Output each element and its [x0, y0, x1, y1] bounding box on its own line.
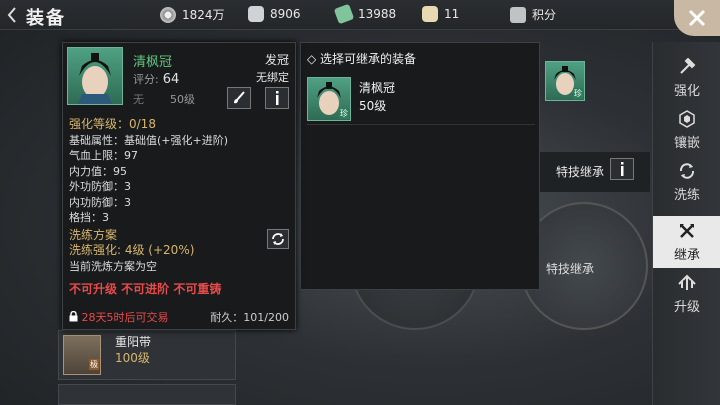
attr-hp: 气血上限：97 — [69, 149, 138, 162]
resource-value: 1824万 — [182, 8, 225, 22]
equipment-portrait — [67, 47, 123, 105]
inherit-select-panel: ◇ 选择可继承的装备 珍 清枫冠 50级 — [300, 42, 540, 290]
status-none: 无 — [133, 93, 144, 106]
resource-film: 1824万 — [160, 6, 225, 23]
panel-header: ◇ 选择可继承的装备 — [307, 52, 417, 66]
nav-label: 镶嵌 — [673, 135, 700, 151]
helmet-portrait-icon — [78, 53, 112, 104]
score: 评分: 64 — [133, 71, 179, 87]
refine-current: 当前洗炼方案为空 — [69, 259, 157, 273]
gem-icon — [679, 109, 695, 128]
skill-inherit-label: 特技继承 — [556, 165, 605, 179]
close-button[interactable] — [674, 0, 720, 36]
equipment-slot: 发冠 — [264, 53, 289, 67]
skill-inherit-circle-label: 特技继承 — [546, 262, 595, 276]
silver-ingot-icon — [248, 6, 264, 22]
nav-inlay[interactable]: 镶嵌 — [653, 104, 720, 156]
nav-upgrade[interactable]: 升级 — [653, 268, 720, 320]
hammer-icon — [680, 57, 696, 74]
select-equipment-item[interactable]: 珍 清枫冠 50级 — [307, 73, 535, 125]
nav-refine[interactable]: 洗练 — [653, 156, 720, 208]
side-nav: 强化 镶嵌 洗练 继承 升级 — [652, 42, 720, 405]
panel-header-text: 选择可继承的装备 — [320, 52, 417, 66]
brush-button[interactable] — [227, 87, 251, 109]
nav-label: 升级 — [673, 299, 700, 315]
close-icon — [688, 9, 706, 27]
nav-label: 强化 — [673, 83, 700, 99]
top-bar: 装备 1824万 8906 13988 11 积分 — [0, 0, 720, 30]
list-item-level: 100级 — [115, 351, 150, 365]
list-item[interactable]: 极 重阳带 100级 — [58, 330, 236, 380]
equipment-level: 50级 — [170, 93, 195, 106]
nav-label: 继承 — [673, 247, 700, 263]
rarity-tag: 珍 — [573, 88, 583, 99]
inherit-icon — [680, 223, 694, 238]
info-button[interactable] — [265, 87, 289, 109]
ticket-icon — [333, 3, 355, 25]
brush-icon — [234, 91, 245, 104]
list-item[interactable] — [58, 384, 236, 405]
refine-title: 洗练方案 — [69, 227, 118, 242]
resource-value: 13988 — [358, 7, 397, 21]
points-badge-icon — [510, 6, 526, 23]
nav-inherit[interactable]: 继承 — [653, 216, 720, 268]
rarity-tag: 珍 — [339, 108, 349, 119]
info-icon — [621, 162, 624, 176]
restriction-text: 不可升级 不可进阶 不可重铸 — [69, 282, 222, 296]
target-equipment-slot[interactable]: 珍 — [545, 61, 585, 101]
score-label: 评分: — [133, 73, 159, 86]
refresh-icon — [272, 233, 284, 245]
refine-icon — [679, 162, 695, 179]
refresh-button[interactable] — [267, 229, 289, 249]
resource-value: 8906 — [270, 7, 301, 21]
score-value: 64 — [162, 72, 180, 87]
rarity-tag: 极 — [89, 359, 99, 370]
bind-status: 无绑定 — [256, 71, 289, 84]
resource-value: 11 — [444, 7, 460, 21]
enhance-level: 强化等级：0/18 — [69, 117, 156, 131]
resource-ticket: 13988 — [333, 3, 397, 25]
attr-int-def: 内功防御：3 — [69, 195, 131, 209]
nav-label: 洗练 — [673, 187, 700, 203]
resource-value: 积分 — [532, 8, 557, 22]
back-arrow-icon[interactable] — [6, 7, 18, 23]
equipment-name: 清枫冠 — [133, 55, 173, 70]
equipment-tooltip: 清枫冠 评分: 64 无 50级 发冠 无绑定 强化等级：0/18 基础属性：基础… — [62, 42, 296, 330]
nav-enhance[interactable]: 强化 — [653, 52, 720, 104]
attr-block: 格挡：3 — [69, 211, 109, 224]
resource-points: 积分 — [510, 6, 556, 23]
resource-gold: 11 — [422, 6, 459, 22]
attr-ext-def: 外功防御：3 — [69, 180, 131, 193]
resource-silver: 8906 — [248, 6, 301, 22]
tooltip-body: 强化等级：0/18 基础属性：基础值(+强化+进阶) 气血上限：97 内力值：9… — [69, 117, 291, 298]
equipment-name: 清枫冠 — [359, 81, 396, 95]
skill-info-button[interactable] — [610, 158, 634, 180]
info-icon — [276, 91, 279, 105]
lock-icon — [69, 310, 78, 322]
equipment-portrait: 珍 — [307, 77, 351, 121]
upgrade-icon — [678, 274, 696, 290]
refine-enhance: 洗练强化: 4级 (+20%) — [69, 243, 195, 257]
list-item-name: 重阳带 — [115, 335, 152, 349]
durability: 耐久：101/200 — [210, 311, 289, 324]
trade-countdown: 28天5时后可交易 — [81, 311, 169, 324]
base-attr-header: 基础属性：基础值(+强化+进阶) — [69, 133, 229, 147]
gold-ingot-icon — [422, 6, 438, 22]
page-title: 装备 — [26, 8, 66, 29]
attr-mp: 内力值：95 — [69, 164, 127, 178]
film-reel-icon — [160, 6, 176, 23]
equipment-level: 50级 — [359, 99, 387, 113]
